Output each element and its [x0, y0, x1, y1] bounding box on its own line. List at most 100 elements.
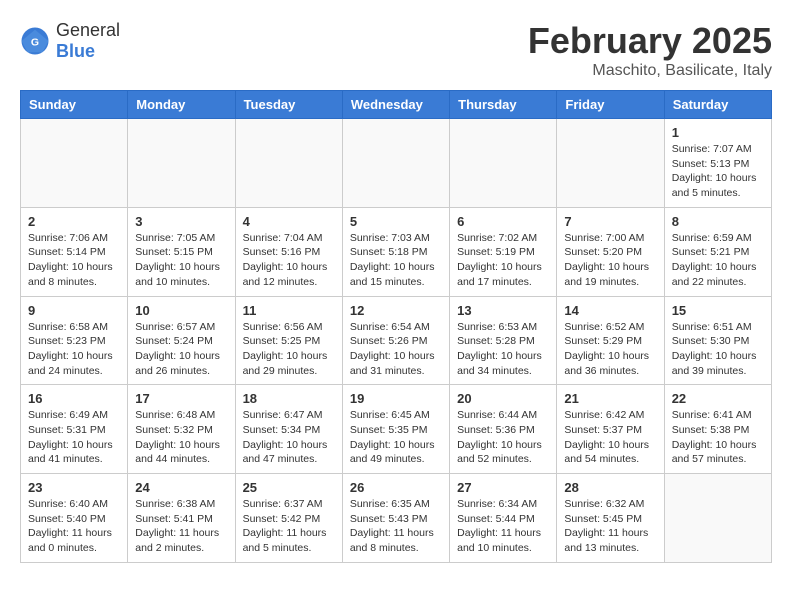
day-info: Sunrise: 7:02 AMSunset: 5:19 PMDaylight:… [457, 231, 549, 290]
day-number: 1 [672, 125, 764, 140]
day-number: 15 [672, 303, 764, 318]
day-number: 9 [28, 303, 120, 318]
calendar-cell: 25 Sunrise: 6:37 AMSunset: 5:42 PMDayligh… [235, 474, 342, 563]
day-info: Sunrise: 6:40 AMSunset: 5:40 PMDaylight:… [28, 497, 120, 556]
calendar-cell: 7 Sunrise: 7:00 AMSunset: 5:20 PMDaylight… [557, 207, 664, 296]
weekday-header-monday: Monday [128, 91, 235, 119]
day-info: Sunrise: 6:58 AMSunset: 5:23 PMDaylight:… [28, 320, 120, 379]
day-info: Sunrise: 7:07 AMSunset: 5:13 PMDaylight:… [672, 142, 764, 201]
day-info: Sunrise: 6:38 AMSunset: 5:41 PMDaylight:… [135, 497, 227, 556]
day-number: 27 [457, 480, 549, 495]
day-info: Sunrise: 6:32 AMSunset: 5:45 PMDaylight:… [564, 497, 656, 556]
day-number: 7 [564, 214, 656, 229]
day-info: Sunrise: 6:53 AMSunset: 5:28 PMDaylight:… [457, 320, 549, 379]
calendar-cell [235, 119, 342, 208]
logo-blue-text: Blue [56, 41, 95, 61]
day-number: 8 [672, 214, 764, 229]
calendar-cell: 17 Sunrise: 6:48 AMSunset: 5:32 PMDayligh… [128, 385, 235, 474]
calendar-cell [21, 119, 128, 208]
day-info: Sunrise: 6:54 AMSunset: 5:26 PMDaylight:… [350, 320, 442, 379]
day-info: Sunrise: 6:57 AMSunset: 5:24 PMDaylight:… [135, 320, 227, 379]
calendar-cell: 12 Sunrise: 6:54 AMSunset: 5:26 PMDayligh… [342, 296, 449, 385]
calendar-cell [557, 119, 664, 208]
day-number: 14 [564, 303, 656, 318]
calendar-cell: 4 Sunrise: 7:04 AMSunset: 5:16 PMDaylight… [235, 207, 342, 296]
day-number: 6 [457, 214, 549, 229]
day-number: 16 [28, 391, 120, 406]
day-info: Sunrise: 6:49 AMSunset: 5:31 PMDaylight:… [28, 408, 120, 467]
calendar-table: SundayMondayTuesdayWednesdayThursdayFrid… [20, 90, 772, 563]
day-info: Sunrise: 7:00 AMSunset: 5:20 PMDaylight:… [564, 231, 656, 290]
calendar-cell: 21 Sunrise: 6:42 AMSunset: 5:37 PMDayligh… [557, 385, 664, 474]
day-number: 12 [350, 303, 442, 318]
day-number: 13 [457, 303, 549, 318]
day-info: Sunrise: 6:37 AMSunset: 5:42 PMDaylight:… [243, 497, 335, 556]
calendar-cell [342, 119, 449, 208]
day-number: 17 [135, 391, 227, 406]
day-number: 23 [28, 480, 120, 495]
day-number: 11 [243, 303, 335, 318]
calendar-cell: 27 Sunrise: 6:34 AMSunset: 5:44 PMDayligh… [450, 474, 557, 563]
calendar-cell: 23 Sunrise: 6:40 AMSunset: 5:40 PMDayligh… [21, 474, 128, 563]
calendar-cell: 10 Sunrise: 6:57 AMSunset: 5:24 PMDayligh… [128, 296, 235, 385]
day-number: 19 [350, 391, 442, 406]
calendar-cell: 9 Sunrise: 6:58 AMSunset: 5:23 PMDaylight… [21, 296, 128, 385]
calendar-cell [664, 474, 771, 563]
day-info: Sunrise: 6:51 AMSunset: 5:30 PMDaylight:… [672, 320, 764, 379]
calendar-cell: 5 Sunrise: 7:03 AMSunset: 5:18 PMDaylight… [342, 207, 449, 296]
day-info: Sunrise: 7:05 AMSunset: 5:15 PMDaylight:… [135, 231, 227, 290]
day-number: 3 [135, 214, 227, 229]
weekday-header-tuesday: Tuesday [235, 91, 342, 119]
weekday-header-thursday: Thursday [450, 91, 557, 119]
calendar-cell: 20Sunrise: 6:44 AMSunset: 5:36 PMDayligh… [450, 385, 557, 474]
calendar-cell: 2 Sunrise: 7:06 AMSunset: 5:14 PMDaylight… [21, 207, 128, 296]
day-info: Sunrise: 6:59 AMSunset: 5:21 PMDaylight:… [672, 231, 764, 290]
logo-icon: G [20, 26, 50, 56]
day-info: Sunrise: 6:34 AMSunset: 5:44 PMDaylight:… [457, 497, 549, 556]
calendar-week-5: 23 Sunrise: 6:40 AMSunset: 5:40 PMDayligh… [21, 474, 772, 563]
day-info: Sunrise: 6:52 AMSunset: 5:29 PMDaylight:… [564, 320, 656, 379]
calendar-cell: 26 Sunrise: 6:35 AMSunset: 5:43 PMDayligh… [342, 474, 449, 563]
svg-text:G: G [31, 37, 39, 49]
calendar-cell: 13 Sunrise: 6:53 AMSunset: 5:28 PMDayligh… [450, 296, 557, 385]
weekday-header-friday: Friday [557, 91, 664, 119]
calendar-week-2: 2 Sunrise: 7:06 AMSunset: 5:14 PMDaylight… [21, 207, 772, 296]
title-block: February 2025 Maschito, Basilicate, Ital… [528, 20, 772, 80]
calendar-cell [450, 119, 557, 208]
day-info: Sunrise: 6:35 AMSunset: 5:43 PMDaylight:… [350, 497, 442, 556]
logo: G General Blue [20, 20, 120, 62]
calendar-cell: 1 Sunrise: 7:07 AMSunset: 5:13 PMDaylight… [664, 119, 771, 208]
calendar-title: February 2025 [528, 20, 772, 62]
day-number: 4 [243, 214, 335, 229]
day-number: 21 [564, 391, 656, 406]
day-number: 2 [28, 214, 120, 229]
day-number: 28 [564, 480, 656, 495]
day-number: 10 [135, 303, 227, 318]
weekday-header-sunday: Sunday [21, 91, 128, 119]
calendar-cell: 16 Sunrise: 6:49 AMSunset: 5:31 PMDayligh… [21, 385, 128, 474]
calendar-cell: 11 Sunrise: 6:56 AMSunset: 5:25 PMDayligh… [235, 296, 342, 385]
calendar-cell: 24Sunrise: 6:38 AMSunset: 5:41 PMDayligh… [128, 474, 235, 563]
calendar-cell: 22Sunrise: 6:41 AMSunset: 5:38 PMDayligh… [664, 385, 771, 474]
day-number: 26 [350, 480, 442, 495]
day-info: Sunrise: 7:04 AMSunset: 5:16 PMDaylight:… [243, 231, 335, 290]
day-info: Sunrise: 6:42 AMSunset: 5:37 PMDaylight:… [564, 408, 656, 467]
calendar-cell: 18 Sunrise: 6:47 AMSunset: 5:34 PMDayligh… [235, 385, 342, 474]
day-info: Sunrise: 6:44 AMSunset: 5:36 PMDaylight:… [457, 408, 549, 467]
day-info: Sunrise: 6:47 AMSunset: 5:34 PMDaylight:… [243, 408, 335, 467]
day-number: 18 [243, 391, 335, 406]
calendar-cell [128, 119, 235, 208]
weekday-header-saturday: Saturday [664, 91, 771, 119]
day-info: Sunrise: 7:03 AMSunset: 5:18 PMDaylight:… [350, 231, 442, 290]
day-number: 25 [243, 480, 335, 495]
calendar-cell: 15 Sunrise: 6:51 AMSunset: 5:30 PMDayligh… [664, 296, 771, 385]
calendar-cell: 28 Sunrise: 6:32 AMSunset: 5:45 PMDayligh… [557, 474, 664, 563]
day-number: 5 [350, 214, 442, 229]
day-info: Sunrise: 6:48 AMSunset: 5:32 PMDaylight:… [135, 408, 227, 467]
day-info: Sunrise: 6:45 AMSunset: 5:35 PMDaylight:… [350, 408, 442, 467]
page-header: G General Blue February 2025 Maschito, B… [20, 20, 772, 80]
day-info: Sunrise: 7:06 AMSunset: 5:14 PMDaylight:… [28, 231, 120, 290]
calendar-cell: 14 Sunrise: 6:52 AMSunset: 5:29 PMDayligh… [557, 296, 664, 385]
calendar-week-3: 9 Sunrise: 6:58 AMSunset: 5:23 PMDaylight… [21, 296, 772, 385]
day-info: Sunrise: 6:56 AMSunset: 5:25 PMDaylight:… [243, 320, 335, 379]
